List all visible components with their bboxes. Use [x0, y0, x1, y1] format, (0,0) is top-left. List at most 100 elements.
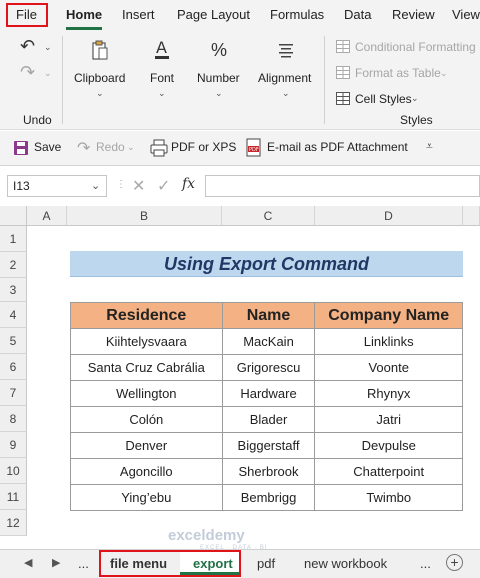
formula-input[interactable] [205, 175, 480, 197]
cell-residence[interactable]: Agoncillo [70, 458, 223, 485]
clipboard-label[interactable]: Clipboard [74, 71, 125, 85]
sheet-tab-file-menu[interactable]: file menu [110, 556, 167, 571]
cell-company[interactable]: Rhynyx [314, 380, 463, 407]
alignment-dropdown-icon[interactable]: ⌄ [282, 88, 290, 99]
pdf-or-xps-button[interactable]: PDF or XPS [171, 140, 236, 154]
row-header-9[interactable]: 9 [0, 432, 27, 458]
cell-styles-dropdown-icon[interactable]: ⌄ [411, 93, 419, 104]
column-header-e[interactable] [463, 206, 480, 226]
format-as-table-button[interactable]: Format as Table [355, 66, 441, 80]
save-icon[interactable] [13, 140, 29, 159]
menu-page-layout[interactable]: Page Layout [177, 7, 250, 22]
cell-name[interactable]: Biggerstaff [221, 432, 316, 459]
menu-formulas[interactable]: Formulas [270, 7, 324, 22]
column-header-d[interactable]: D [315, 206, 463, 226]
cell-name[interactable]: Sherbrook [221, 458, 316, 485]
format-as-table-icon[interactable] [336, 66, 350, 82]
row-header-8[interactable]: 8 [0, 406, 27, 432]
conditional-formatting-icon[interactable] [336, 40, 350, 56]
header-company-name[interactable]: Company Name [314, 302, 463, 329]
cell-residence[interactable]: Ying’ebu [70, 484, 223, 511]
redo-qat-dropdown-icon[interactable]: ⌄ [127, 142, 135, 153]
undo-dropdown-icon[interactable]: ⌄ [44, 42, 52, 53]
redo-icon[interactable]: ↷ [20, 62, 35, 83]
sheets-more-right[interactable]: ... [420, 556, 431, 571]
cell-company[interactable]: Devpulse [314, 432, 463, 459]
clipboard-icon[interactable] [90, 40, 110, 65]
row-header-10[interactable]: 10 [0, 458, 27, 484]
alignment-icon[interactable] [278, 42, 294, 61]
cell-residence[interactable]: Colón [70, 406, 223, 433]
redo-button[interactable]: Redo [96, 140, 125, 154]
cell-name[interactable]: MacKain [221, 328, 316, 355]
redo-qat-icon[interactable]: ↷ [77, 138, 90, 158]
cell-company[interactable]: Chatterpoint [314, 458, 463, 485]
email-pdf-attachment-button[interactable]: E-mail as PDF Attachment [267, 140, 408, 154]
cell-company[interactable]: Twimbo [314, 484, 463, 511]
font-label[interactable]: Font [150, 71, 174, 85]
customize-qat-icon[interactable]: ⩡ [426, 139, 433, 154]
column-header-c[interactable]: C [222, 206, 315, 226]
percent-icon[interactable]: % [211, 40, 227, 61]
menu-data[interactable]: Data [344, 7, 371, 22]
cell-residence[interactable]: Denver [70, 432, 223, 459]
add-sheet-icon[interactable]: + [446, 554, 463, 571]
row-header-4[interactable]: 4 [0, 302, 27, 328]
menu-view[interactable]: View [452, 7, 480, 22]
menu-insert[interactable]: Insert [122, 7, 155, 22]
row-header-12[interactable]: 12 [0, 510, 27, 536]
format-table-dropdown-icon[interactable]: ⌄ [440, 68, 448, 79]
menu-file[interactable]: File [16, 7, 37, 22]
cell-company[interactable]: Jatri [314, 406, 463, 433]
cell-styles-button[interactable]: Cell Styles [355, 92, 412, 106]
header-name[interactable]: Name [221, 302, 316, 329]
number-label[interactable]: Number [197, 71, 240, 85]
sheet-tab-pdf[interactable]: pdf [257, 556, 275, 571]
row-header-1[interactable]: 1 [0, 226, 27, 252]
row-header-7[interactable]: 7 [0, 380, 27, 406]
cell-residence[interactable]: Kiihtelysvaara [70, 328, 223, 355]
sheet-tab-new-workbook[interactable]: new workbook [304, 556, 387, 571]
cell-name[interactable]: Blader [221, 406, 316, 433]
pdf-printer-icon[interactable] [150, 139, 168, 160]
row-header-3[interactable]: 3 [0, 278, 27, 302]
font-dropdown-icon[interactable]: ⌄ [158, 88, 166, 99]
menu-home[interactable]: Home [66, 7, 102, 22]
menu-review[interactable]: Review [392, 7, 435, 22]
clipboard-dropdown-icon[interactable]: ⌄ [96, 88, 104, 99]
sheet-title[interactable]: Using Export Command [70, 251, 463, 277]
row-header-5[interactable]: 5 [0, 328, 27, 354]
row-header-6[interactable]: 6 [0, 354, 27, 380]
scroll-right-icon[interactable]: ▶ [52, 556, 60, 569]
email-pdf-icon[interactable]: PDF [246, 138, 262, 161]
undo-icon[interactable]: ↶ [20, 36, 35, 57]
conditional-formatting-button[interactable]: Conditional Formatting [355, 40, 476, 54]
column-header-a[interactable]: A [27, 206, 67, 226]
cell-name[interactable]: Grigorescu [221, 354, 316, 381]
cell-company[interactable]: Voonte [314, 354, 463, 381]
select-all-corner[interactable] [0, 206, 27, 226]
header-residence[interactable]: Residence [70, 302, 223, 329]
row-header-2[interactable]: 2 [0, 252, 27, 278]
save-button[interactable]: Save [34, 140, 61, 154]
sheet-tab-export[interactable]: export [193, 556, 233, 571]
cell-company[interactable]: Linklinks [314, 328, 463, 355]
more-options-icon[interactable]: ⋮ [116, 179, 126, 190]
font-icon[interactable]: A [154, 38, 170, 63]
alignment-label[interactable]: Alignment [258, 71, 311, 85]
column-header-b[interactable]: B [67, 206, 222, 226]
cell-name[interactable]: Bembrigg [221, 484, 316, 511]
cell-name[interactable]: Hardware [221, 380, 316, 407]
sheets-more-left[interactable]: ... [78, 556, 89, 571]
enter-check-icon[interactable]: ✓ [157, 176, 170, 196]
cell-residence[interactable]: Wellington [70, 380, 223, 407]
cell-styles-icon[interactable] [336, 92, 350, 108]
row-header-11[interactable]: 11 [0, 484, 27, 510]
number-dropdown-icon[interactable]: ⌄ [215, 88, 223, 99]
name-box-dropdown-icon[interactable]: ⌄ [91, 179, 100, 192]
insert-function-icon[interactable]: fx [182, 176, 195, 192]
cancel-icon[interactable]: ✕ [132, 176, 145, 196]
scroll-left-icon[interactable]: ◀ [24, 556, 32, 569]
redo-dropdown-icon[interactable]: ⌄ [44, 68, 52, 79]
cell-residence[interactable]: Santa Cruz Cabrália [70, 354, 223, 381]
